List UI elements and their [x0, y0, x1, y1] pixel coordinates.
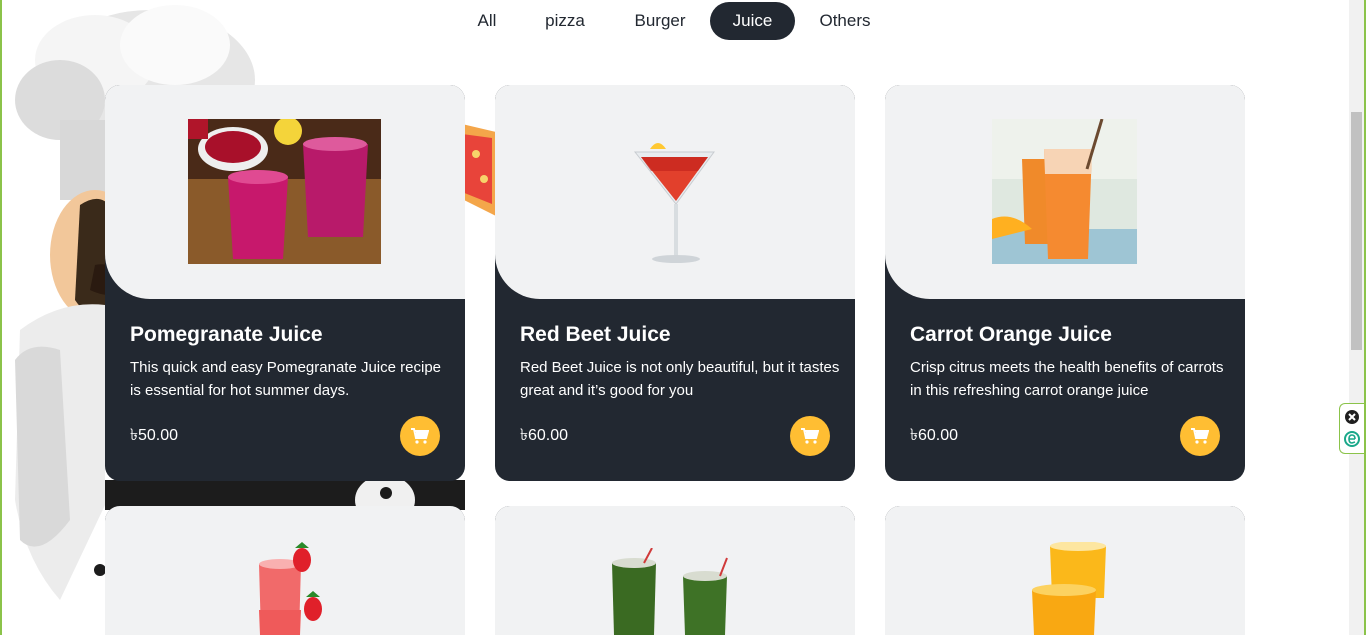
add-to-cart-button[interactable]: [790, 416, 830, 456]
card-image-area: [105, 85, 465, 299]
product-title: Carrot Orange Juice: [910, 323, 1112, 346]
scrollbar-thumb[interactable]: [1351, 112, 1362, 350]
product-price: ৳60.00: [910, 427, 959, 444]
cart-icon: [1191, 428, 1209, 444]
product-price: ৳50.00: [130, 427, 179, 444]
cart-icon: [801, 428, 819, 444]
product-title: Red Beet Juice: [520, 323, 671, 346]
cocktail-glass-image: [633, 143, 715, 263]
product-description: This quick and easy Pomegranate Juice re…: [130, 359, 442, 399]
card-body: Red Beet Juice Red Beet Juice is not onl…: [520, 320, 840, 402]
tab-others[interactable]: Others: [810, 2, 880, 40]
add-to-cart-button[interactable]: [1180, 416, 1220, 456]
tab-all[interactable]: All: [465, 2, 509, 40]
product-card: Pomegranate Juice This quick and easy Po…: [105, 85, 465, 481]
card-image-area: [885, 506, 1245, 635]
product-card: [495, 506, 855, 635]
orange-juice-image: [1032, 542, 1106, 635]
card-image-area: [885, 85, 1245, 299]
card-body: Pomegranate Juice This quick and easy Po…: [130, 320, 450, 402]
cart-icon: [411, 428, 429, 444]
add-to-cart-button[interactable]: [400, 416, 440, 456]
extension-icon[interactable]: [1344, 431, 1360, 447]
product-card: Carrot Orange Juice Crisp citrus meets t…: [885, 85, 1245, 481]
product-description: Crisp citrus meets the health benefits o…: [910, 359, 1224, 399]
tab-pizza[interactable]: pizza: [530, 2, 600, 40]
tab-juice[interactable]: Juice: [710, 2, 795, 40]
close-icon[interactable]: [1345, 410, 1359, 424]
browser-extension-widget: [1339, 403, 1364, 454]
card-image-area: [105, 506, 465, 635]
pomegranate-juice-image: [188, 119, 381, 264]
product-card: [885, 506, 1245, 635]
product-card: [105, 506, 465, 635]
product-description: Red Beet Juice is not only beautiful, bu…: [520, 359, 840, 399]
pizza-slice-decoration: [462, 124, 496, 216]
strawberry-juice-image: [259, 542, 322, 635]
card-image-area: [495, 85, 855, 299]
category-filter-tabs: All pizza Burger Juice Others: [0, 2, 1349, 40]
green-juice-image: [612, 548, 728, 635]
card-image-area: [495, 506, 855, 635]
product-price: ৳60.00: [520, 427, 569, 444]
carrot-orange-juice-image: [992, 119, 1137, 264]
product-card: Red Beet Juice Red Beet Juice is not onl…: [495, 85, 855, 481]
card-body: Carrot Orange Juice Crisp citrus meets t…: [910, 320, 1230, 402]
product-title: Pomegranate Juice: [130, 323, 323, 346]
vertical-scrollbar[interactable]: [1349, 0, 1364, 635]
tab-burger[interactable]: Burger: [620, 2, 700, 40]
